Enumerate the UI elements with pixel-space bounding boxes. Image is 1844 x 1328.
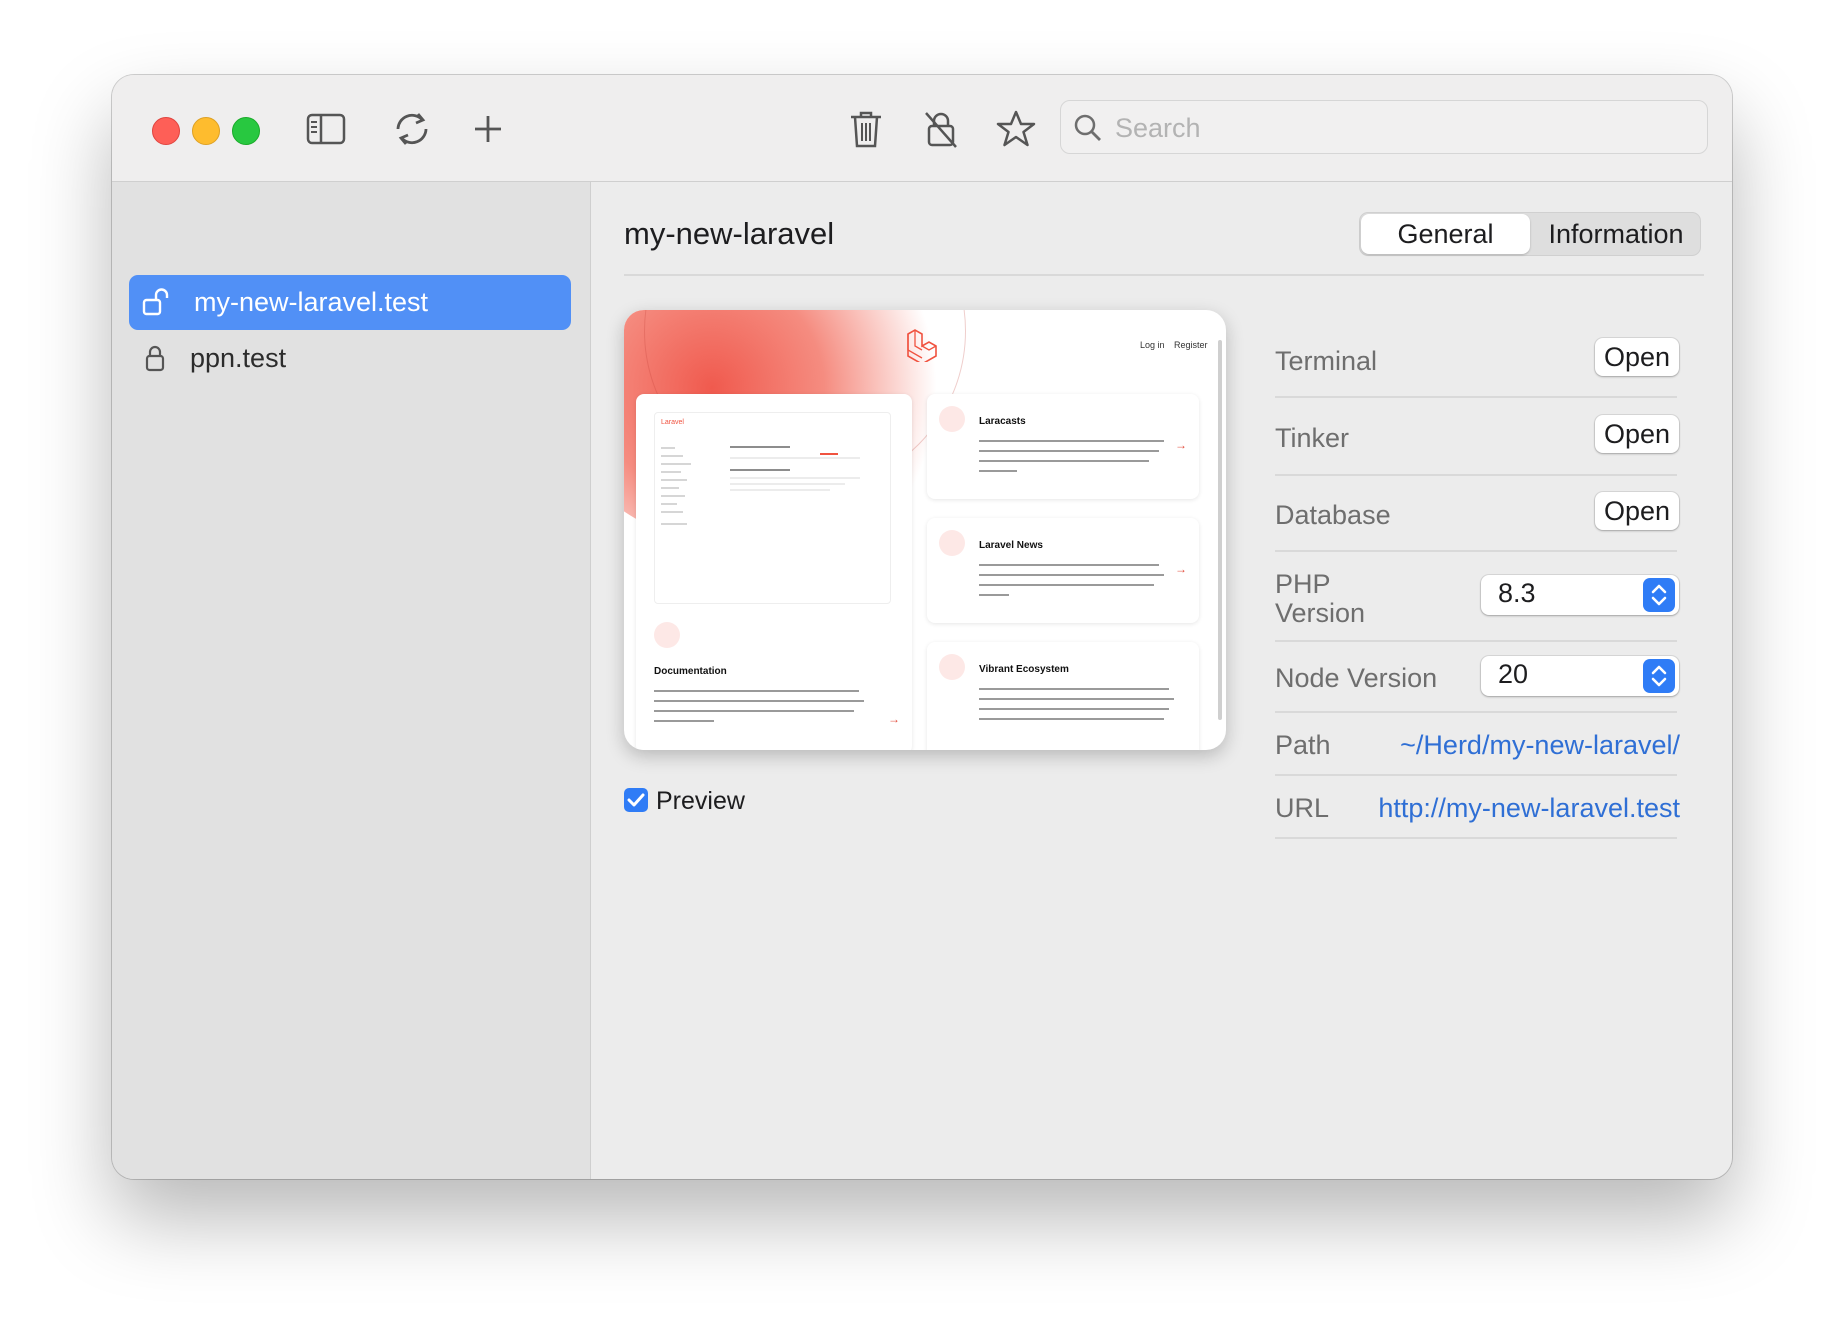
lock-slash-icon[interactable] [917,105,965,153]
search-icon [1073,113,1103,148]
preview-checkbox-label: Preview [656,787,745,815]
row-divider [1275,550,1677,552]
node-version-select[interactable]: 20 [1481,656,1679,696]
preview-scrollbar [1218,340,1222,720]
checkmark-icon[interactable] [624,788,648,812]
php-version-label-line1: PHP [1275,569,1331,599]
zoom-window-button[interactable] [232,117,260,145]
preview-card-laravel-news: Laravel News → [927,518,1199,623]
preview-card-documentation: Laravel Documentation → [636,394,912,750]
path-link[interactable]: ~/Herd/my-new-laravel/ [1400,730,1680,761]
terminal-open-button[interactable]: Open [1595,338,1679,376]
tinker-label: Tinker [1275,423,1350,453]
preview-card-title: Documentation [654,666,727,677]
minimize-window-button[interactable] [192,117,220,145]
url-link[interactable]: http://my-new-laravel.test [1378,793,1680,824]
globe-icon [939,654,965,680]
php-version-value: 8.3 [1498,578,1536,608]
search-field[interactable]: Search [1060,100,1708,154]
tab-information[interactable]: Information [1530,213,1702,255]
book-icon [654,622,680,648]
row-divider [1275,837,1677,839]
laravel-logo-icon [904,328,938,367]
sidebar-item-label: ppn.test [190,343,287,373]
unlocked-icon [141,287,171,322]
preview-card-title: Laracasts [979,416,1026,427]
url-label: URL [1275,793,1330,823]
database-open-button[interactable]: Open [1595,492,1679,530]
preview-register-link: Register [1174,340,1208,350]
preview-card-vibrant-ecosystem: Vibrant Ecosystem [927,642,1199,750]
tinker-open-button[interactable]: Open [1595,415,1679,453]
preview-login-link: Log in [1140,340,1165,350]
row-divider [1275,774,1677,776]
trash-icon[interactable] [842,105,890,153]
preview-mini-logo: Laravel [661,419,684,426]
preview-card-title: Laravel News [979,540,1043,551]
app-window: Search my-new-laravel.test ppn.test my-n… [112,75,1732,1179]
stepper-chevrons-icon [1643,659,1675,693]
stepper-chevrons-icon [1643,578,1675,612]
preview-card-title: Vibrant Ecosystem [979,664,1069,675]
php-version-select[interactable]: 8.3 [1481,575,1679,615]
main-panel: my-new-laravel General Information Log i… [591,182,1732,1179]
sidebar: my-new-laravel.test ppn.test [112,182,591,1179]
search-placeholder: Search [1115,113,1201,143]
plus-icon[interactable] [464,105,512,153]
preview-mini-screenshot: Laravel [654,412,891,604]
row-divider [1275,474,1677,476]
row-divider [1275,711,1677,713]
star-icon[interactable] [992,105,1040,153]
sidebar-item-ppn[interactable]: ppn.test [129,331,571,386]
sidebar-item-my-new-laravel[interactable]: my-new-laravel.test [129,275,571,330]
site-preview-image: Log in Register Laravel Documentation → … [624,310,1226,750]
arrow-right-icon: → [1175,438,1187,452]
header-divider [624,274,1704,276]
page-title: my-new-laravel [624,216,835,251]
node-version-label: Node Version [1275,663,1438,693]
refresh-icon[interactable] [388,105,436,153]
arrow-right-icon: → [888,712,900,726]
arrow-right-icon: → [1175,562,1187,576]
tab-general[interactable]: General [1361,214,1530,254]
newspaper-icon [939,530,965,556]
database-label: Database [1275,500,1391,530]
php-version-label-line2: Version [1275,598,1366,628]
close-window-button[interactable] [152,117,180,145]
video-icon [939,406,965,432]
toolbar: Search [112,75,1732,182]
row-divider [1275,396,1677,398]
node-version-value: 20 [1498,659,1529,689]
path-label: Path [1275,730,1331,760]
sidebar-toggle-icon[interactable] [302,105,350,153]
segmented-control: General Information [1359,212,1701,256]
lock-icon [141,343,171,378]
sidebar-item-label: my-new-laravel.test [194,287,429,317]
terminal-label: Terminal [1275,346,1378,376]
preview-card-laracasts: Laracasts → [927,394,1199,499]
row-divider [1275,640,1677,642]
